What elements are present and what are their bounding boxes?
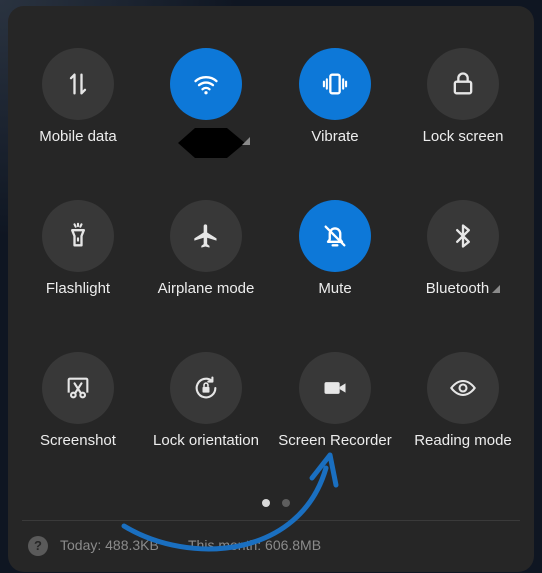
divider: [22, 520, 520, 521]
tile-lock-screen-label: Lock screen: [422, 128, 504, 145]
bluetooth-icon: [456, 224, 470, 248]
flashlight-icon: [71, 222, 86, 247]
tile-reading-mode-button[interactable]: [427, 352, 499, 424]
vibrate-icon: [322, 73, 348, 95]
tile-screenshot-button[interactable]: [42, 352, 114, 424]
tile-reading-mode-label: Reading mode: [414, 432, 512, 449]
tile-flashlight[interactable]: Flashlight: [13, 200, 143, 320]
tile-lock-screen-button[interactable]: [427, 48, 499, 120]
tile-screen-recorder[interactable]: Screen Recorder: [270, 352, 400, 472]
tile-mobile-data[interactable]: Mobile data: [13, 48, 143, 168]
tile-bluetooth-button[interactable]: [427, 200, 499, 272]
data-usage-today: Today: 488.3KB: [60, 537, 159, 553]
wifi-network-name-redacted: [178, 128, 250, 158]
tile-screenshot[interactable]: Screenshot: [13, 352, 143, 472]
bell-off-icon: [324, 225, 346, 247]
tile-bluetooth-label: Bluetooth: [425, 280, 490, 297]
help-icon[interactable]: ?: [28, 536, 48, 556]
quick-settings-panel: Mobile data Vibrate Lock screen Flashlig…: [8, 6, 534, 572]
tile-bluetooth[interactable]: Bluetooth: [398, 200, 528, 320]
tile-mobile-data-button[interactable]: [42, 48, 114, 120]
data-usage-month: This month: 606.8MB: [188, 537, 322, 553]
video-camera-icon: [324, 382, 346, 394]
tile-lock-orientation[interactable]: Lock orientation: [141, 352, 271, 472]
rotation-lock-icon: [195, 376, 217, 399]
tile-bluetooth-label-wrap: Bluetooth: [388, 280, 534, 297]
page-dot-1[interactable]: [262, 499, 270, 507]
tile-vibrate[interactable]: Vibrate: [270, 48, 400, 168]
screenshot-icon: [67, 377, 89, 399]
tile-mute[interactable]: Mute: [270, 200, 400, 320]
tile-screen-recorder-button[interactable]: [299, 352, 371, 424]
tile-wifi-button[interactable]: [170, 48, 242, 120]
wifi-icon: [194, 75, 218, 95]
eye-icon: [450, 379, 476, 397]
tile-mute-button[interactable]: [299, 200, 371, 272]
page-indicator: [256, 494, 296, 512]
tile-airplane-mode-button[interactable]: [170, 200, 242, 272]
tile-lock-orientation-button[interactable]: [170, 352, 242, 424]
tile-flashlight-button[interactable]: [42, 200, 114, 272]
tile-lock-screen[interactable]: Lock screen: [398, 48, 528, 168]
tile-vibrate-button[interactable]: [299, 48, 371, 120]
tile-reading-mode[interactable]: Reading mode: [398, 352, 528, 472]
tile-mobile-data-label: Mobile data: [39, 128, 117, 145]
mobile-data-icon: [69, 73, 87, 95]
tile-airplane-mode-label: Airplane mode: [157, 280, 255, 297]
tile-airplane-mode[interactable]: Airplane mode: [141, 200, 271, 320]
expand-indicator-icon: [492, 285, 501, 293]
page-dot-2[interactable]: [282, 499, 290, 507]
lock-icon: [453, 72, 473, 95]
airplane-icon: [194, 224, 217, 248]
tile-lock-orientation-label: Lock orientation: [153, 432, 259, 449]
